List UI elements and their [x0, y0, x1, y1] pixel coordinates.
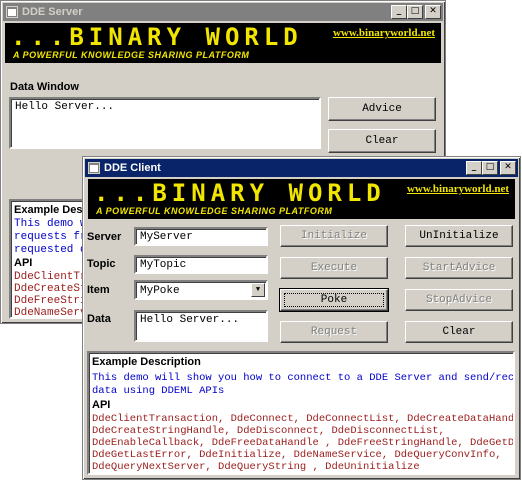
close-button[interactable]: ✕ — [425, 5, 441, 19]
client-window[interactable]: DDE Client _ □ ✕ ...BINARY WORLD A POWER… — [82, 156, 521, 480]
server-label: Server — [87, 231, 122, 243]
banner-url-link[interactable]: www.binaryworld.net — [407, 183, 509, 195]
poke-button[interactable]: Poke — [279, 288, 389, 312]
server-title: DDE Server — [22, 6, 83, 18]
minimize-button[interactable]: _ — [466, 161, 482, 175]
banner-tagline: A POWERFUL KNOWLEDGE SHARING PLATFORM — [13, 50, 250, 60]
server-banner: ...BINARY WORLD A POWERFUL KNOWLEDGE SHA… — [5, 23, 441, 63]
topic-input[interactable]: MyTopic — [134, 255, 268, 274]
start-advice-button[interactable]: StartAdvice — [405, 257, 513, 279]
client-clear-button[interactable]: Clear — [405, 321, 513, 343]
example-text: This demo w requests fr requested d — [14, 218, 87, 256]
close-button[interactable]: ✕ — [500, 161, 516, 175]
maximize-button[interactable]: □ — [482, 161, 498, 175]
example-title: Example Desc — [14, 204, 89, 216]
banner-tagline: A POWERFUL KNOWLEDGE SHARING PLATFORM — [96, 206, 333, 216]
banner-logo: ...BINARY WORLD — [94, 179, 386, 207]
data-window-label: Data Window — [10, 81, 79, 93]
initialize-button[interactable]: Initialize — [280, 225, 388, 247]
chevron-down-icon[interactable]: ▼ — [251, 283, 265, 297]
api-label: API — [14, 257, 33, 269]
banner-url-link[interactable]: www.binaryworld.net — [333, 27, 435, 39]
item-select[interactable]: MyPoke ▼ — [134, 280, 268, 300]
uninitialize-button[interactable]: UnInitialize — [405, 225, 513, 247]
server-clear-button[interactable]: Clear — [328, 129, 436, 153]
server-data-textbox[interactable]: Hello Server... — [9, 97, 321, 149]
server-input[interactable]: MyServer — [134, 227, 268, 246]
request-button[interactable]: Request — [280, 321, 388, 343]
client-example-panel: Example Description This demo will show … — [87, 351, 515, 475]
api-label: API — [92, 399, 111, 411]
maximize-button[interactable]: □ — [407, 5, 423, 19]
example-text: This demo will show you how to connect t… — [92, 372, 515, 397]
server-titlebar[interactable]: DDE Server _ □ ✕ — [3, 3, 443, 21]
example-title: Example Description — [92, 356, 201, 368]
app-icon — [88, 162, 100, 174]
server-example-panel: Example Desc This demo w requests fr req… — [9, 199, 89, 319]
minimize-button[interactable]: _ — [391, 5, 407, 19]
execute-button[interactable]: Execute — [280, 257, 388, 279]
advice-button[interactable]: Advice — [328, 97, 436, 121]
banner-logo: ...BINARY WORLD — [11, 23, 303, 51]
client-titlebar[interactable]: DDE Client _ □ ✕ — [85, 159, 518, 177]
data-label: Data — [87, 313, 111, 325]
client-banner: ...BINARY WORLD A POWERFUL KNOWLEDGE SHA… — [88, 179, 515, 219]
app-icon — [6, 6, 18, 18]
data-textbox[interactable]: Hello Server... — [134, 310, 268, 342]
item-select-value: MyPoke — [140, 285, 180, 297]
api-functions: DdeClientTr DdeCreateSt DdeFreeStri DdeN… — [14, 271, 87, 319]
stop-advice-button[interactable]: StopAdvice — [405, 289, 513, 311]
api-functions: DdeClientTransaction, DdeConnect, DdeCon… — [92, 413, 515, 473]
topic-label: Topic — [87, 258, 116, 270]
item-label: Item — [87, 284, 110, 296]
client-title: DDE Client — [104, 162, 161, 174]
